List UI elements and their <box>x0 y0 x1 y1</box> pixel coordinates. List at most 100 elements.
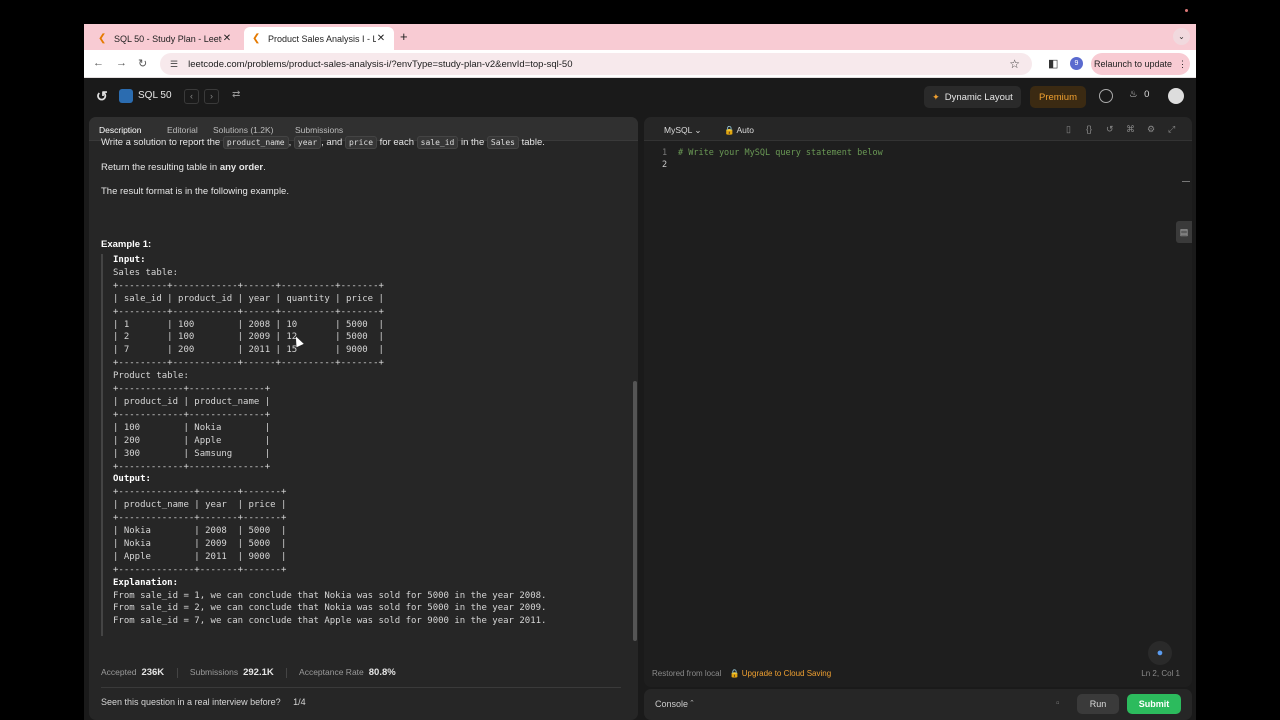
description-line-3: The result format is in the following ex… <box>101 186 289 197</box>
tab-editorial[interactable]: Editorial <box>167 125 198 135</box>
submit-button[interactable]: Submit <box>1127 694 1181 714</box>
code-year: year <box>293 136 322 149</box>
code-sales: Sales <box>486 136 519 149</box>
submissions-value: 292.1K <box>243 667 274 678</box>
lock-icon: 🔒 <box>724 125 735 135</box>
accepted-value: 236K <box>141 667 165 678</box>
notes-icon[interactable]: ▤ <box>1176 221 1192 243</box>
tab-strip: ❮ SQL 50 - Study Plan - LeetCode ✕ ❮ Pro… <box>84 24 1196 50</box>
language-label: MySQL <box>664 125 693 135</box>
reset-icon[interactable]: ↺ <box>1106 124 1114 135</box>
alarm-clock-icon[interactable] <box>1099 89 1113 103</box>
chat-icon[interactable]: ● <box>1148 641 1172 665</box>
text: , <box>288 137 292 148</box>
restore-status: Restored from local 🔒 Upgrade to Cloud S… <box>652 669 831 678</box>
close-tab-icon[interactable]: ✕ <box>222 33 232 44</box>
browser-tab-product-sales[interactable]: ❮ Product Sales Analysis I - LeetCode ✕ <box>244 27 394 50</box>
notification-dot <box>1185 9 1188 12</box>
seen-question-page: 1/4 <box>293 697 306 707</box>
console-toggle[interactable]: Console ˆ <box>655 699 694 709</box>
tab-description[interactable]: Description <box>99 125 142 135</box>
relaunch-button[interactable]: Relaunch to update ⋮ <box>1091 53 1190 75</box>
site-settings-icon[interactable]: ☰ <box>170 59 178 70</box>
leetcode-logo-icon[interactable]: ↺ <box>96 88 110 104</box>
line-number: 2 <box>662 160 668 170</box>
close-tab-icon[interactable]: ✕ <box>376 33 386 44</box>
divider <box>286 667 288 678</box>
code-price: price <box>344 136 378 149</box>
relaunch-label: Relaunch to update <box>1093 59 1173 69</box>
bookmark-icon[interactable]: ▯ <box>1066 124 1071 135</box>
shortcut-icon[interactable]: ⌘ <box>1126 124 1135 135</box>
side-panel-icon[interactable]: ◧ <box>1048 57 1058 70</box>
dynamic-layout-label: Dynamic Layout <box>944 91 1013 103</box>
more-menu-icon: ⋮ <box>1178 58 1188 69</box>
upload-icon[interactable]: ▫ <box>1056 698 1060 709</box>
text: Write a solution to report the <box>101 137 221 148</box>
code-sale-id: sale_id <box>416 136 459 149</box>
example-title: Example 1: <box>101 239 152 250</box>
bold-text: any order <box>219 162 264 173</box>
new-tab-icon[interactable]: + <box>400 29 408 44</box>
braces-icon[interactable]: {} <box>1086 124 1092 134</box>
mode-label: Auto <box>736 125 755 135</box>
forward-arrow-icon[interactable]: → <box>116 57 127 69</box>
back-arrow-icon[interactable]: ← <box>93 57 104 69</box>
code-panel: MySQL ⌄ 🔒 Auto ▯ {} ↺ ⌘ ⚙ ⤢ 1 2 # Write … <box>644 117 1192 687</box>
auto-mode-toggle[interactable]: 🔒 Auto <box>724 125 754 136</box>
acceptance-rate-label: Acceptance Rate <box>299 667 364 677</box>
example-text: Input: Sales table: +---------+---------… <box>113 255 547 627</box>
cursor-position: Ln 2, Col 1 <box>1141 669 1180 678</box>
example-codeblock: Input: Sales table: +---------+---------… <box>101 254 621 636</box>
fullscreen-icon[interactable]: ⤢ <box>1168 124 1175 135</box>
settings-gear-icon[interactable]: ⚙ <box>1147 124 1155 135</box>
tab-title: Product Sales Analysis I - LeetCode <box>268 33 376 44</box>
tab-solutions[interactable]: Solutions (1.2K) <box>213 125 273 135</box>
bottom-action-bar: Console ˆ ▫ Run Submit <box>644 689 1192 720</box>
description-line-2: Return the resulting table in any order. <box>101 162 266 173</box>
profile-avatar[interactable]: 9 <box>1070 57 1083 70</box>
tab-submissions[interactable]: Submissions <box>295 125 343 135</box>
description-line-1: Write a solution to report the product_n… <box>101 136 545 149</box>
next-problem-icon[interactable]: › <box>204 89 219 104</box>
browser-toolbar: ← → ↻ ☰ leetcode.com/problems/product-sa… <box>84 50 1196 78</box>
dynamic-layout-button[interactable]: ✦ Dynamic Layout <box>924 86 1021 108</box>
divider <box>176 667 178 678</box>
text: for each <box>379 137 414 148</box>
tab-title: SQL 50 - Study Plan - LeetCode <box>114 33 222 44</box>
text: Return the resulting table in <box>101 162 218 173</box>
upgrade-link[interactable]: 🔒 Upgrade to Cloud Saving <box>730 669 832 678</box>
address-bar[interactable]: ☰ leetcode.com/problems/product-sales-an… <box>160 53 1032 75</box>
browser-window: ❮ SQL 50 - Study Plan - LeetCode ✕ ❮ Pro… <box>84 24 1196 720</box>
console-label: Console <box>655 699 689 709</box>
stats-row: Accepted 236K Submissions 292.1K Acceptanc… <box>101 667 396 678</box>
problem-list-title[interactable]: SQL 50 <box>138 90 172 101</box>
leetcode-navbar: ↺ SQL 50 ‹ › ⇄ ✦ Dynamic Layout Premium … <box>84 78 1196 116</box>
seen-question-text: Seen this question in a real interview b… <box>101 697 281 707</box>
submissions-label: Submissions <box>189 667 239 677</box>
sparkle-icon: ✦ <box>932 91 940 102</box>
premium-button[interactable]: Premium <box>1030 86 1086 108</box>
text: table. <box>521 137 545 148</box>
divider <box>101 687 621 688</box>
run-button[interactable]: Run <box>1077 694 1119 714</box>
user-avatar[interactable] <box>1168 88 1184 104</box>
description-scrollbar[interactable] <box>633 381 637 641</box>
browser-tab-study-plan[interactable]: ❮ SQL 50 - Study Plan - LeetCode ✕ <box>90 27 240 50</box>
study-plan-icon <box>119 89 133 103</box>
language-select[interactable]: MySQL ⌄ <box>664 125 702 136</box>
bookmark-star-icon[interactable]: ☆ <box>1009 57 1020 71</box>
minimap-indicator <box>1182 181 1190 182</box>
code-line-1[interactable]: # Write your MySQL query statement below <box>678 148 883 158</box>
code-editor[interactable]: 1 2 # Write your MySQL query statement b… <box>644 141 1192 661</box>
prev-problem-icon[interactable]: ‹ <box>184 89 199 104</box>
reload-icon[interactable]: ↻ <box>138 57 147 70</box>
shuffle-icon[interactable]: ⇄ <box>232 89 240 100</box>
code-product-name: product_name <box>222 136 289 149</box>
restored-text: Restored from local <box>652 669 722 678</box>
tab-search-chevron-icon[interactable]: ⌄ <box>1173 28 1190 45</box>
fire-icon: ♨ <box>1129 89 1138 100</box>
seen-question-row[interactable]: Seen this question in a real interview b… <box>101 697 306 707</box>
text: , and <box>321 137 343 148</box>
streak-counter[interactable]: ♨ 0 <box>1129 89 1149 100</box>
